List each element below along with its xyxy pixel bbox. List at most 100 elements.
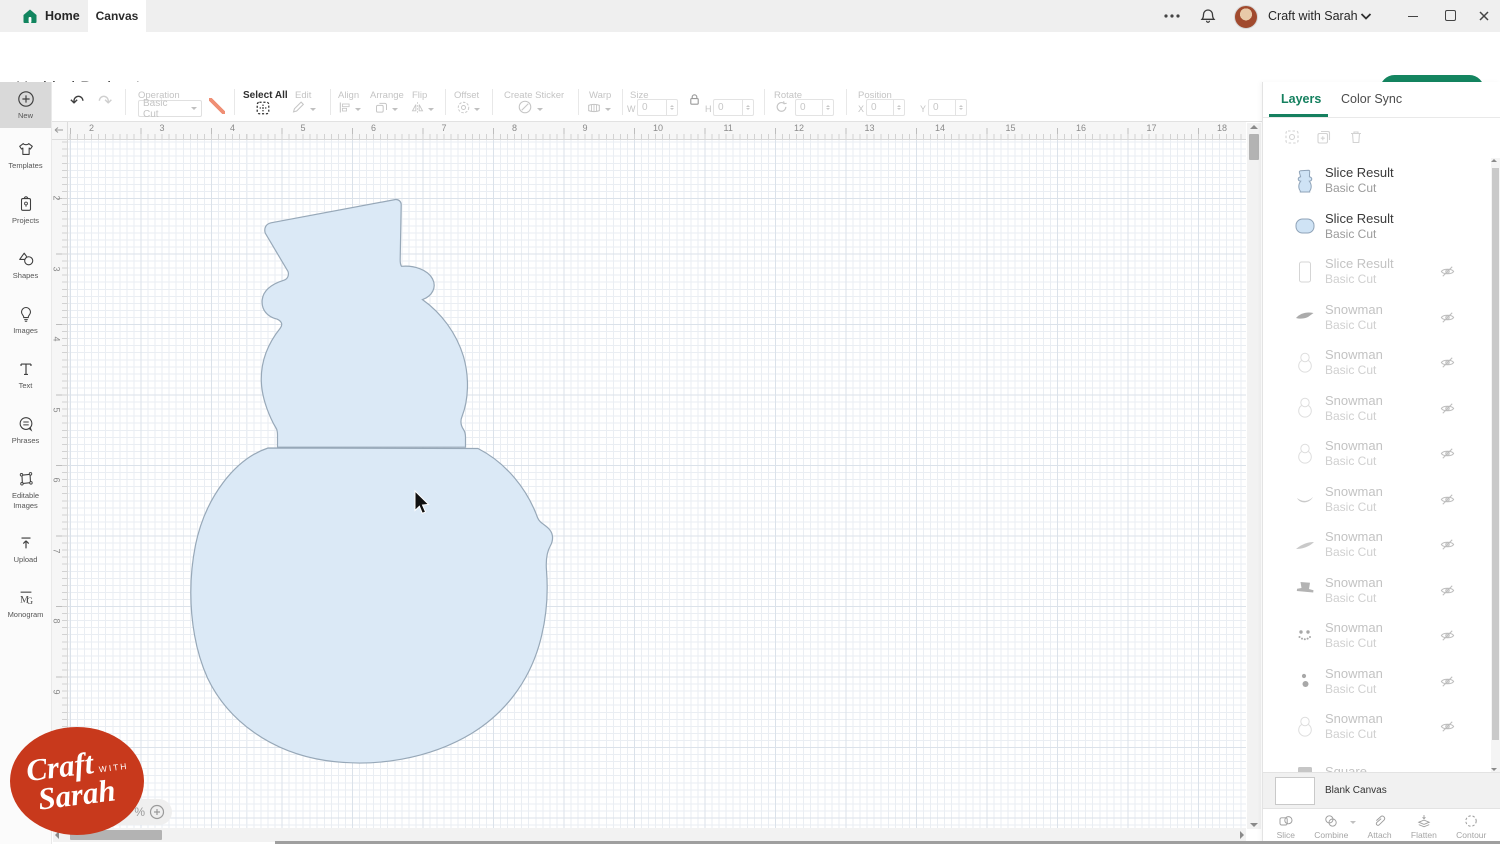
tophat-thumb bbox=[1294, 577, 1316, 603]
canvas-tab[interactable]: Canvas bbox=[88, 0, 146, 32]
redo-button[interactable]: ↷ bbox=[98, 93, 112, 110]
eye-slash-icon[interactable] bbox=[1439, 400, 1456, 417]
sidebar-item-templates[interactable]: Templates bbox=[0, 128, 51, 183]
eye-slash-icon[interactable] bbox=[1439, 445, 1456, 462]
blank-canvas-swatch[interactable] bbox=[1275, 777, 1315, 805]
y-axis-label: Y bbox=[920, 104, 926, 114]
undo-button[interactable]: ↶ bbox=[70, 93, 84, 110]
trash-icon[interactable] bbox=[1348, 129, 1364, 145]
position-y-stepper[interactable] bbox=[956, 99, 967, 116]
layer-row[interactable]: Snowman Basic Cut bbox=[1263, 522, 1492, 568]
snowman-outline-thumb bbox=[1294, 714, 1316, 740]
layer-row[interactable]: Snowman Basic Cut bbox=[1263, 659, 1492, 705]
chevron-down-icon[interactable] bbox=[1360, 12, 1372, 21]
flip-icon[interactable] bbox=[410, 100, 425, 115]
sticker-icon[interactable] bbox=[517, 99, 533, 115]
canvas-horizontal-scrollbar[interactable] bbox=[53, 828, 1246, 842]
canvas-grid[interactable] bbox=[68, 140, 1246, 830]
eye-slash-icon[interactable] bbox=[1439, 627, 1456, 644]
sidebar-item-projects[interactable]: Projects bbox=[0, 183, 51, 238]
h-ruler-number: 9 bbox=[583, 123, 588, 133]
eye-slash-icon[interactable] bbox=[1439, 582, 1456, 599]
position-x-stepper[interactable] bbox=[894, 99, 905, 116]
eye-slash-icon[interactable] bbox=[1439, 263, 1456, 280]
duplicate-icon[interactable] bbox=[1316, 129, 1332, 145]
layer-row[interactable]: Snowman Basic Cut bbox=[1263, 295, 1492, 341]
select-all-icon[interactable] bbox=[255, 100, 271, 116]
sidebar-item-images[interactable]: Images bbox=[0, 293, 51, 348]
arrange-icon[interactable] bbox=[374, 100, 389, 115]
canvas-vertical-scrollbar[interactable] bbox=[1247, 123, 1261, 829]
slice-button[interactable]: Slice bbox=[1277, 813, 1295, 840]
combine-button[interactable]: Combine bbox=[1314, 813, 1348, 840]
flatten-button[interactable]: Flatten bbox=[1411, 813, 1437, 840]
layer-row[interactable]: Square bbox=[1263, 750, 1492, 773]
warp-icon[interactable] bbox=[586, 100, 602, 115]
group-icon[interactable] bbox=[1284, 129, 1300, 145]
window-minimize-button[interactable] bbox=[1408, 8, 1424, 24]
width-stepper[interactable] bbox=[667, 99, 678, 116]
avatar[interactable] bbox=[1234, 5, 1258, 29]
layer-actions-row bbox=[1263, 118, 1500, 158]
position-y-input[interactable] bbox=[928, 99, 956, 116]
layer-row[interactable]: Slice Result Basic Cut bbox=[1263, 249, 1492, 295]
height-stepper[interactable] bbox=[743, 99, 754, 116]
layer-row[interactable]: Snowman Basic Cut bbox=[1263, 431, 1492, 477]
close-icon[interactable] bbox=[1475, 7, 1493, 25]
window-maximize-button[interactable] bbox=[1442, 8, 1458, 24]
layer-row[interactable]: Snowman Basic Cut bbox=[1263, 613, 1492, 659]
layer-row[interactable]: Slice Result Basic Cut bbox=[1263, 204, 1492, 250]
eye-slash-icon[interactable] bbox=[1439, 718, 1456, 735]
h-ruler-number: 14 bbox=[935, 123, 945, 133]
text-icon bbox=[17, 360, 35, 378]
zoom-in-icon[interactable] bbox=[149, 804, 165, 820]
edit-pencil-icon[interactable] bbox=[290, 99, 306, 115]
account-name[interactable]: Craft with Sarah bbox=[1268, 9, 1358, 23]
layer-row[interactable]: Snowman Basic Cut bbox=[1263, 477, 1492, 523]
overflow-menu-icon[interactable] bbox=[1161, 9, 1183, 23]
layer-row[interactable]: Snowman Basic Cut bbox=[1263, 386, 1492, 432]
blank-canvas-row[interactable]: Blank Canvas bbox=[1263, 772, 1500, 808]
sidebar-item-editable-images[interactable]: Editable Images bbox=[0, 458, 51, 522]
eye-slash-icon[interactable] bbox=[1439, 354, 1456, 371]
operation-dropdown[interactable]: Basic Cut bbox=[138, 100, 202, 117]
offset-icon[interactable] bbox=[456, 100, 471, 115]
sidebar-item-phrases[interactable]: Phrases bbox=[0, 403, 51, 458]
eye-slash-icon[interactable] bbox=[1439, 309, 1456, 326]
h-ruler-number: 13 bbox=[865, 123, 875, 133]
eye-slash-icon[interactable] bbox=[1439, 673, 1456, 690]
h-ruler-number: 5 bbox=[301, 123, 306, 133]
sidebar-item-monogram[interactable]: MG Monogram bbox=[0, 577, 51, 632]
rotate-icon[interactable] bbox=[774, 99, 789, 114]
tab-layers[interactable]: Layers bbox=[1281, 92, 1321, 106]
v-ruler-number: 8 bbox=[52, 618, 62, 623]
rotate-input[interactable] bbox=[795, 99, 823, 116]
home-tab[interactable]: Home bbox=[8, 0, 94, 32]
lock-icon[interactable] bbox=[688, 93, 701, 106]
sidebar-item-upload[interactable]: Upload bbox=[0, 522, 51, 577]
attach-button[interactable]: Attach bbox=[1368, 813, 1392, 840]
bell-icon[interactable] bbox=[1199, 7, 1217, 25]
sidebar-item-text[interactable]: Text bbox=[0, 348, 51, 403]
h-ruler-number: 15 bbox=[1006, 123, 1016, 133]
project-header: Untitled Project* Save My Stuff Maker 3 … bbox=[0, 32, 1500, 82]
layer-row[interactable]: Slice Result Basic Cut bbox=[1263, 158, 1492, 204]
sidebar-item-shapes[interactable]: Shapes bbox=[0, 238, 51, 293]
cut-color-swatch[interactable] bbox=[209, 98, 225, 114]
width-input[interactable] bbox=[637, 99, 667, 116]
v-ruler-number: 4 bbox=[52, 336, 62, 341]
sidebar-item-new[interactable]: New bbox=[0, 82, 51, 128]
align-icon[interactable] bbox=[337, 100, 352, 115]
layer-row[interactable]: Snowman Basic Cut bbox=[1263, 340, 1492, 386]
layer-row[interactable]: Snowman Basic Cut bbox=[1263, 568, 1492, 614]
rotate-stepper[interactable] bbox=[823, 99, 834, 116]
contour-button[interactable]: Contour bbox=[1456, 813, 1486, 840]
layers-scrollbar[interactable] bbox=[1491, 158, 1500, 772]
design-canvas[interactable]: 23456789101112131415161718 12345678910 bbox=[52, 122, 1262, 844]
height-input[interactable] bbox=[713, 99, 743, 116]
tab-color-sync[interactable]: Color Sync bbox=[1341, 92, 1402, 106]
eye-slash-icon[interactable] bbox=[1439, 536, 1456, 553]
layer-row[interactable]: Snowman Basic Cut bbox=[1263, 704, 1492, 750]
eye-slash-icon[interactable] bbox=[1439, 491, 1456, 508]
position-x-input[interactable] bbox=[866, 99, 894, 116]
